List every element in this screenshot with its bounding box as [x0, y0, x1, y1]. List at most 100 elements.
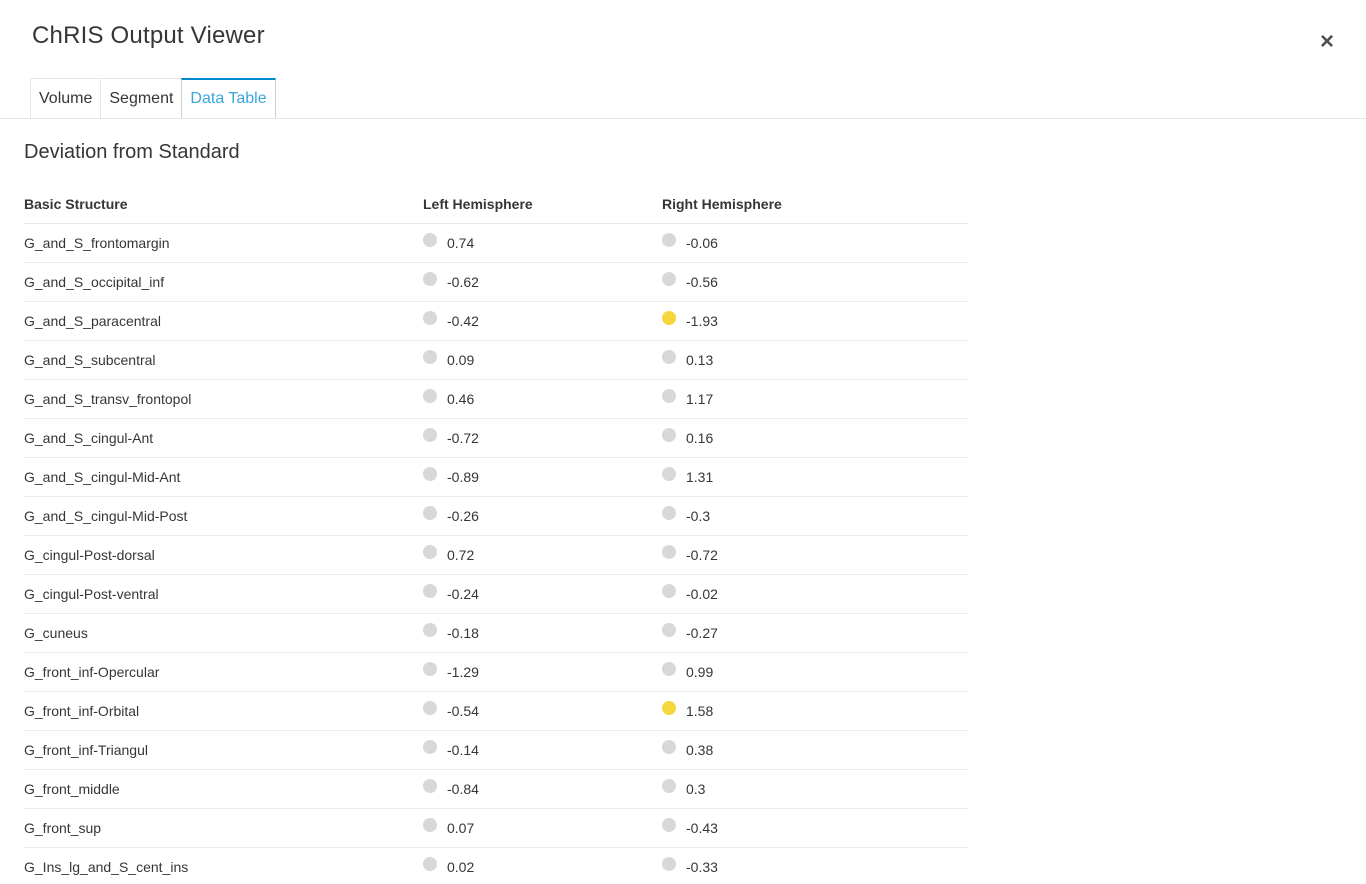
- structure-name: G_and_S_cingul-Mid-Ant: [24, 469, 181, 485]
- left-hemisphere-cell: -0.18: [423, 623, 662, 641]
- left-value: -0.42: [447, 313, 479, 329]
- modal-title: ChRIS Output Viewer: [32, 22, 265, 49]
- tab-bar: Volume Segment Data Table: [30, 78, 276, 119]
- close-icon[interactable]: ×: [1315, 28, 1339, 56]
- structure-name: G_and_S_subcentral: [24, 352, 156, 368]
- left-value: -0.62: [447, 274, 479, 290]
- status-dot-icon: [662, 545, 676, 559]
- table-row: G_front_sup 0.07 -0.43: [24, 809, 968, 848]
- right-value: -0.3: [686, 508, 711, 524]
- right-hemisphere-cell: 1.31: [662, 467, 968, 485]
- right-value: -0.43: [686, 820, 718, 836]
- status-dot-icon: [423, 545, 437, 559]
- table-row: G_and_S_cingul-Mid-Ant -0.89 1.31: [24, 458, 968, 497]
- right-value: 0.38: [686, 742, 714, 758]
- left-value: 0.07: [447, 820, 475, 836]
- left-value: 0.46: [447, 391, 475, 407]
- tabs-divider: [0, 118, 1366, 119]
- right-hemisphere-cell: -0.02: [662, 584, 968, 602]
- left-value: -0.89: [447, 469, 479, 485]
- left-value: 0.09: [447, 352, 475, 368]
- status-dot-icon: [423, 701, 437, 715]
- structure-name: G_and_S_cingul-Ant: [24, 430, 154, 446]
- structure-name: G_front_inf-Triangul: [24, 742, 148, 758]
- right-hemisphere-cell: -1.93: [662, 311, 968, 329]
- tab-segment[interactable]: Segment: [100, 78, 183, 118]
- status-dot-icon: [662, 623, 676, 637]
- right-hemisphere-cell: -0.27: [662, 623, 968, 641]
- left-value: -0.84: [447, 781, 479, 797]
- table-header: Basic Structure Left Hemisphere Right He…: [24, 184, 968, 224]
- status-dot-icon: [423, 818, 437, 832]
- output-viewer-modal: ChRIS Output Viewer × Volume Segment Dat…: [0, 0, 1366, 884]
- status-dot-icon: [662, 428, 676, 442]
- left-hemisphere-cell: -0.72: [423, 428, 662, 446]
- left-value: -0.14: [447, 742, 479, 758]
- table-row: G_and_S_cingul-Mid-Post -0.26 -0.3: [24, 497, 968, 536]
- status-dot-icon: [662, 584, 676, 598]
- left-hemisphere-cell: -0.89: [423, 467, 662, 485]
- column-header-right: Right Hemisphere: [662, 195, 782, 212]
- status-dot-icon: [662, 350, 676, 364]
- structure-name: G_and_S_transv_frontopol: [24, 391, 192, 407]
- right-hemisphere-cell: 0.38: [662, 740, 968, 758]
- right-value: 0.16: [686, 430, 714, 446]
- column-header-structure: Basic Structure: [24, 195, 128, 212]
- table-row: G_front_middle -0.84 0.3: [24, 770, 968, 809]
- left-value: -0.18: [447, 625, 479, 641]
- structure-name: G_and_S_cingul-Mid-Post: [24, 508, 188, 524]
- table-row: G_and_S_paracentral -0.42 -1.93: [24, 302, 968, 341]
- table-row: G_cuneus -0.18 -0.27: [24, 614, 968, 653]
- left-hemisphere-cell: 0.46: [423, 389, 662, 407]
- tab-data-table[interactable]: Data Table: [181, 78, 276, 119]
- left-hemisphere-cell: -0.62: [423, 272, 662, 290]
- right-value: -0.02: [686, 586, 718, 602]
- right-hemisphere-cell: -0.43: [662, 818, 968, 836]
- left-hemisphere-cell: -0.84: [423, 779, 662, 797]
- status-dot-icon: [423, 467, 437, 481]
- right-value: -0.06: [686, 235, 718, 251]
- left-value: -0.54: [447, 703, 479, 719]
- table-row: G_front_inf-Orbital -0.54 1.58: [24, 692, 968, 731]
- status-dot-icon: [423, 740, 437, 754]
- table-body: G_and_S_frontomargin 0.74 -0.06 G_and_S_occ…: [24, 224, 968, 884]
- status-dot-icon: [423, 428, 437, 442]
- column-header-left: Left Hemisphere: [423, 195, 533, 212]
- tab-volume[interactable]: Volume: [30, 78, 102, 118]
- status-dot-icon: [662, 467, 676, 481]
- status-dot-icon: [662, 701, 676, 715]
- right-hemisphere-cell: 0.16: [662, 428, 968, 446]
- left-value: -0.72: [447, 430, 479, 446]
- left-hemisphere-cell: -0.24: [423, 584, 662, 602]
- status-dot-icon: [423, 623, 437, 637]
- table-row: G_and_S_subcentral 0.09 0.13: [24, 341, 968, 380]
- right-value: 0.99: [686, 664, 714, 680]
- left-value: -0.24: [447, 586, 479, 602]
- left-value: 0.02: [447, 859, 475, 875]
- structure-name: G_front_sup: [24, 820, 102, 836]
- status-dot-icon: [662, 779, 676, 793]
- left-hemisphere-cell: 0.09: [423, 350, 662, 368]
- status-dot-icon: [423, 506, 437, 520]
- status-dot-icon: [423, 584, 437, 598]
- status-dot-icon: [423, 779, 437, 793]
- left-hemisphere-cell: 0.74: [423, 233, 662, 251]
- right-value: -1.93: [686, 313, 718, 329]
- status-dot-icon: [423, 857, 437, 871]
- right-hemisphere-cell: 0.3: [662, 779, 968, 797]
- status-dot-icon: [662, 389, 676, 403]
- table-row: G_and_S_cingul-Ant -0.72 0.16: [24, 419, 968, 458]
- table-row: G_front_inf-Triangul -0.14 0.38: [24, 731, 968, 770]
- right-hemisphere-cell: 0.13: [662, 350, 968, 368]
- table-row: G_Ins_lg_and_S_cent_ins 0.02 -0.33: [24, 848, 968, 884]
- deviation-table: Basic Structure Left Hemisphere Right He…: [24, 184, 968, 884]
- left-value: 0.72: [447, 547, 475, 563]
- left-value: 0.74: [447, 235, 475, 251]
- structure-name: G_front_inf-Orbital: [24, 703, 140, 719]
- structure-name: G_and_S_occipital_inf: [24, 274, 165, 290]
- left-value: -1.29: [447, 664, 479, 680]
- right-value: -0.33: [686, 859, 718, 875]
- section-title: Deviation from Standard: [24, 141, 240, 163]
- right-value: 1.58: [686, 703, 714, 719]
- right-hemisphere-cell: -0.33: [662, 857, 968, 875]
